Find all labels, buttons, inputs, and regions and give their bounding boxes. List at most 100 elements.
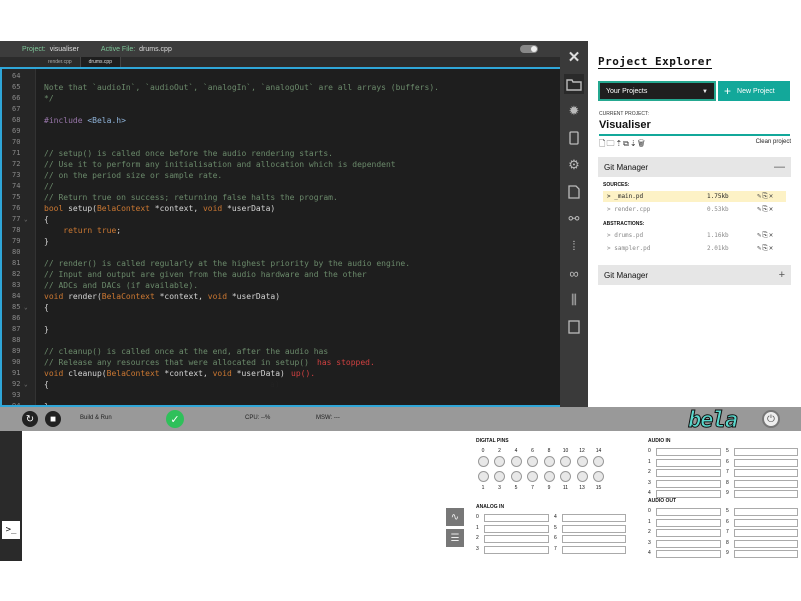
collapse-icon: — (774, 161, 785, 173)
channel-index: 6 (726, 518, 729, 525)
channel-index: 1 (476, 524, 479, 531)
digital-pin[interactable] (477, 471, 489, 482)
channel-index: 3 (476, 545, 479, 552)
oscilloscope-icon[interactable]: ∿ (446, 508, 464, 526)
file-actions[interactable]: ✎⎘✕ (757, 244, 774, 253)
file-row[interactable]: > sampler.pd 2.01kb ✎⎘✕ (603, 243, 786, 254)
tab-render-cpp[interactable]: render.cpp (40, 57, 81, 67)
file-actions[interactable]: ✎⎘✕ (757, 231, 774, 240)
level-bar (656, 508, 721, 516)
code-line: 73 // on the period size or sample rate. (2, 170, 560, 181)
download-icon[interactable]: ⇣ (630, 139, 638, 148)
code-line: 90 // Release any resources that were all… (2, 357, 560, 368)
git-section-header[interactable]: Git Manager + (598, 265, 791, 285)
code-text: { (44, 215, 49, 224)
level-bar (562, 514, 626, 522)
channel-index: 7 (726, 529, 729, 535)
restart-icon[interactable]: ↻ (22, 411, 38, 427)
file-row[interactable]: > drums.pd 1.16kb ✎⎘✕ (603, 230, 786, 241)
sources-label: SOURCES: (603, 182, 630, 188)
copy-icon[interactable]: ⧉ (623, 139, 630, 148)
new-project-label: New Project (737, 87, 775, 95)
code-text: bool setup(BelaContext *context, void *u… (44, 204, 276, 213)
gear-icon[interactable]: ⚙ (564, 155, 584, 175)
digital-pin[interactable] (560, 471, 571, 482)
line-number: 87 (12, 325, 21, 333)
fold-chevron-icon[interactable]: ⌄ (24, 379, 28, 390)
line-number: 80 (12, 248, 21, 256)
level-bar (734, 490, 798, 498)
bela-ide-window: { "topbar": {"project_label": "Project:"… (0, 0, 801, 601)
code-line: 70 (2, 137, 560, 148)
digital-pin[interactable] (543, 471, 555, 482)
power-icon[interactable]: ⏻ (762, 410, 780, 428)
upload-icon[interactable]: ⇡ (615, 139, 623, 148)
digital-pin[interactable] (527, 471, 538, 482)
digital-pin[interactable] (494, 456, 505, 467)
digital-pin[interactable] (560, 456, 571, 467)
code-editor[interactable]: 64 65 Note that `audioIn`, `audioOut`, `an… (0, 67, 562, 407)
binoculars-icon[interactable]: ∞ (564, 263, 584, 283)
pin-number: 7 (531, 485, 534, 491)
ide-topbar: Project: visualiser Active File: drums.c… (0, 41, 560, 57)
folder-icon[interactable] (564, 74, 584, 94)
build-run-label: Build & Run (80, 415, 112, 421)
waveform-icon[interactable]: ⦙ (564, 236, 584, 256)
digital-pin[interactable] (527, 456, 538, 467)
code-line: 71 // setup() is called once before the a… (2, 148, 560, 159)
channel-index: 0 (648, 508, 651, 514)
line-number: 90 (12, 358, 21, 366)
digital-pin[interactable] (510, 471, 522, 482)
digital-pin[interactable] (576, 456, 588, 467)
fold-chevron-icon[interactable]: ⌄ (24, 214, 28, 225)
tab-drums-cpp[interactable]: drums.cpp (80, 57, 121, 67)
digital-pin[interactable] (510, 456, 522, 467)
project-select[interactable]: Your Projects ▼ (598, 81, 716, 101)
file-actions[interactable]: ✎⎘✕ (757, 205, 774, 214)
terminal-icon[interactable]: >_ (2, 521, 20, 539)
file-name: > drums.pd (607, 232, 644, 239)
new-project-button[interactable]: + New Project (718, 81, 790, 101)
document-icon[interactable] (564, 182, 584, 202)
stop-icon[interactable]: ■ (45, 411, 61, 427)
channel-index: 7 (554, 545, 557, 552)
console-area[interactable] (0, 431, 446, 601)
file-row[interactable]: > render.cpp 0.53kb ✎⎘✕ (603, 204, 786, 215)
fold-chevron-icon[interactable]: ⌄ (24, 302, 28, 313)
level-bar (656, 479, 721, 488)
code-fragment: up(). (291, 369, 316, 378)
code-line: 93 (2, 390, 560, 401)
sliders-icon[interactable]: ☰ (446, 529, 464, 547)
library-icon[interactable]: ⫼ (564, 290, 584, 310)
files-section-header[interactable]: Git Manager — (598, 157, 791, 177)
digital-pin[interactable] (593, 471, 604, 482)
pin-number: 4 (514, 448, 518, 454)
code-line: 83 // ADCs and DACs (if available). (2, 280, 560, 291)
digital-pin[interactable] (543, 456, 555, 467)
digital-pin[interactable] (494, 471, 505, 482)
level-bar (484, 524, 549, 533)
file-actions[interactable]: ✎⎘✕ (757, 192, 774, 201)
file-row[interactable]: > _main.pd 1.75kb ✎⎘✕ (603, 191, 786, 202)
code-line: 81 // render() is called regularly at the… (2, 258, 560, 269)
line-number: 91 (12, 369, 21, 377)
pipeline-icon[interactable]: ⚯ (564, 209, 584, 229)
audio-in-title: AUDIO IN (648, 438, 671, 444)
line-number: 67 (12, 105, 21, 113)
trash-icon[interactable]: 🗑 (638, 139, 646, 148)
close-panel-icon[interactable]: ✕ (564, 47, 584, 67)
clean-project-link[interactable]: Clean project (756, 139, 791, 145)
pin-number: 3 (498, 485, 501, 491)
code-text: // cleanup() is called once at the end, … (44, 347, 329, 356)
digital-pin[interactable] (593, 456, 604, 467)
digital-pin[interactable] (477, 456, 489, 467)
digital-pin[interactable] (576, 471, 588, 482)
chip-icon[interactable] (564, 128, 584, 148)
code-text: } (44, 237, 49, 246)
active-file-name: drums.cpp (139, 45, 172, 53)
line-number: 70 (12, 138, 21, 146)
book-icon[interactable] (564, 317, 584, 337)
lightbulb-icon[interactable]: ✹ (564, 101, 584, 121)
theme-toggle[interactable] (520, 45, 538, 53)
line-number: 81 (12, 259, 21, 267)
